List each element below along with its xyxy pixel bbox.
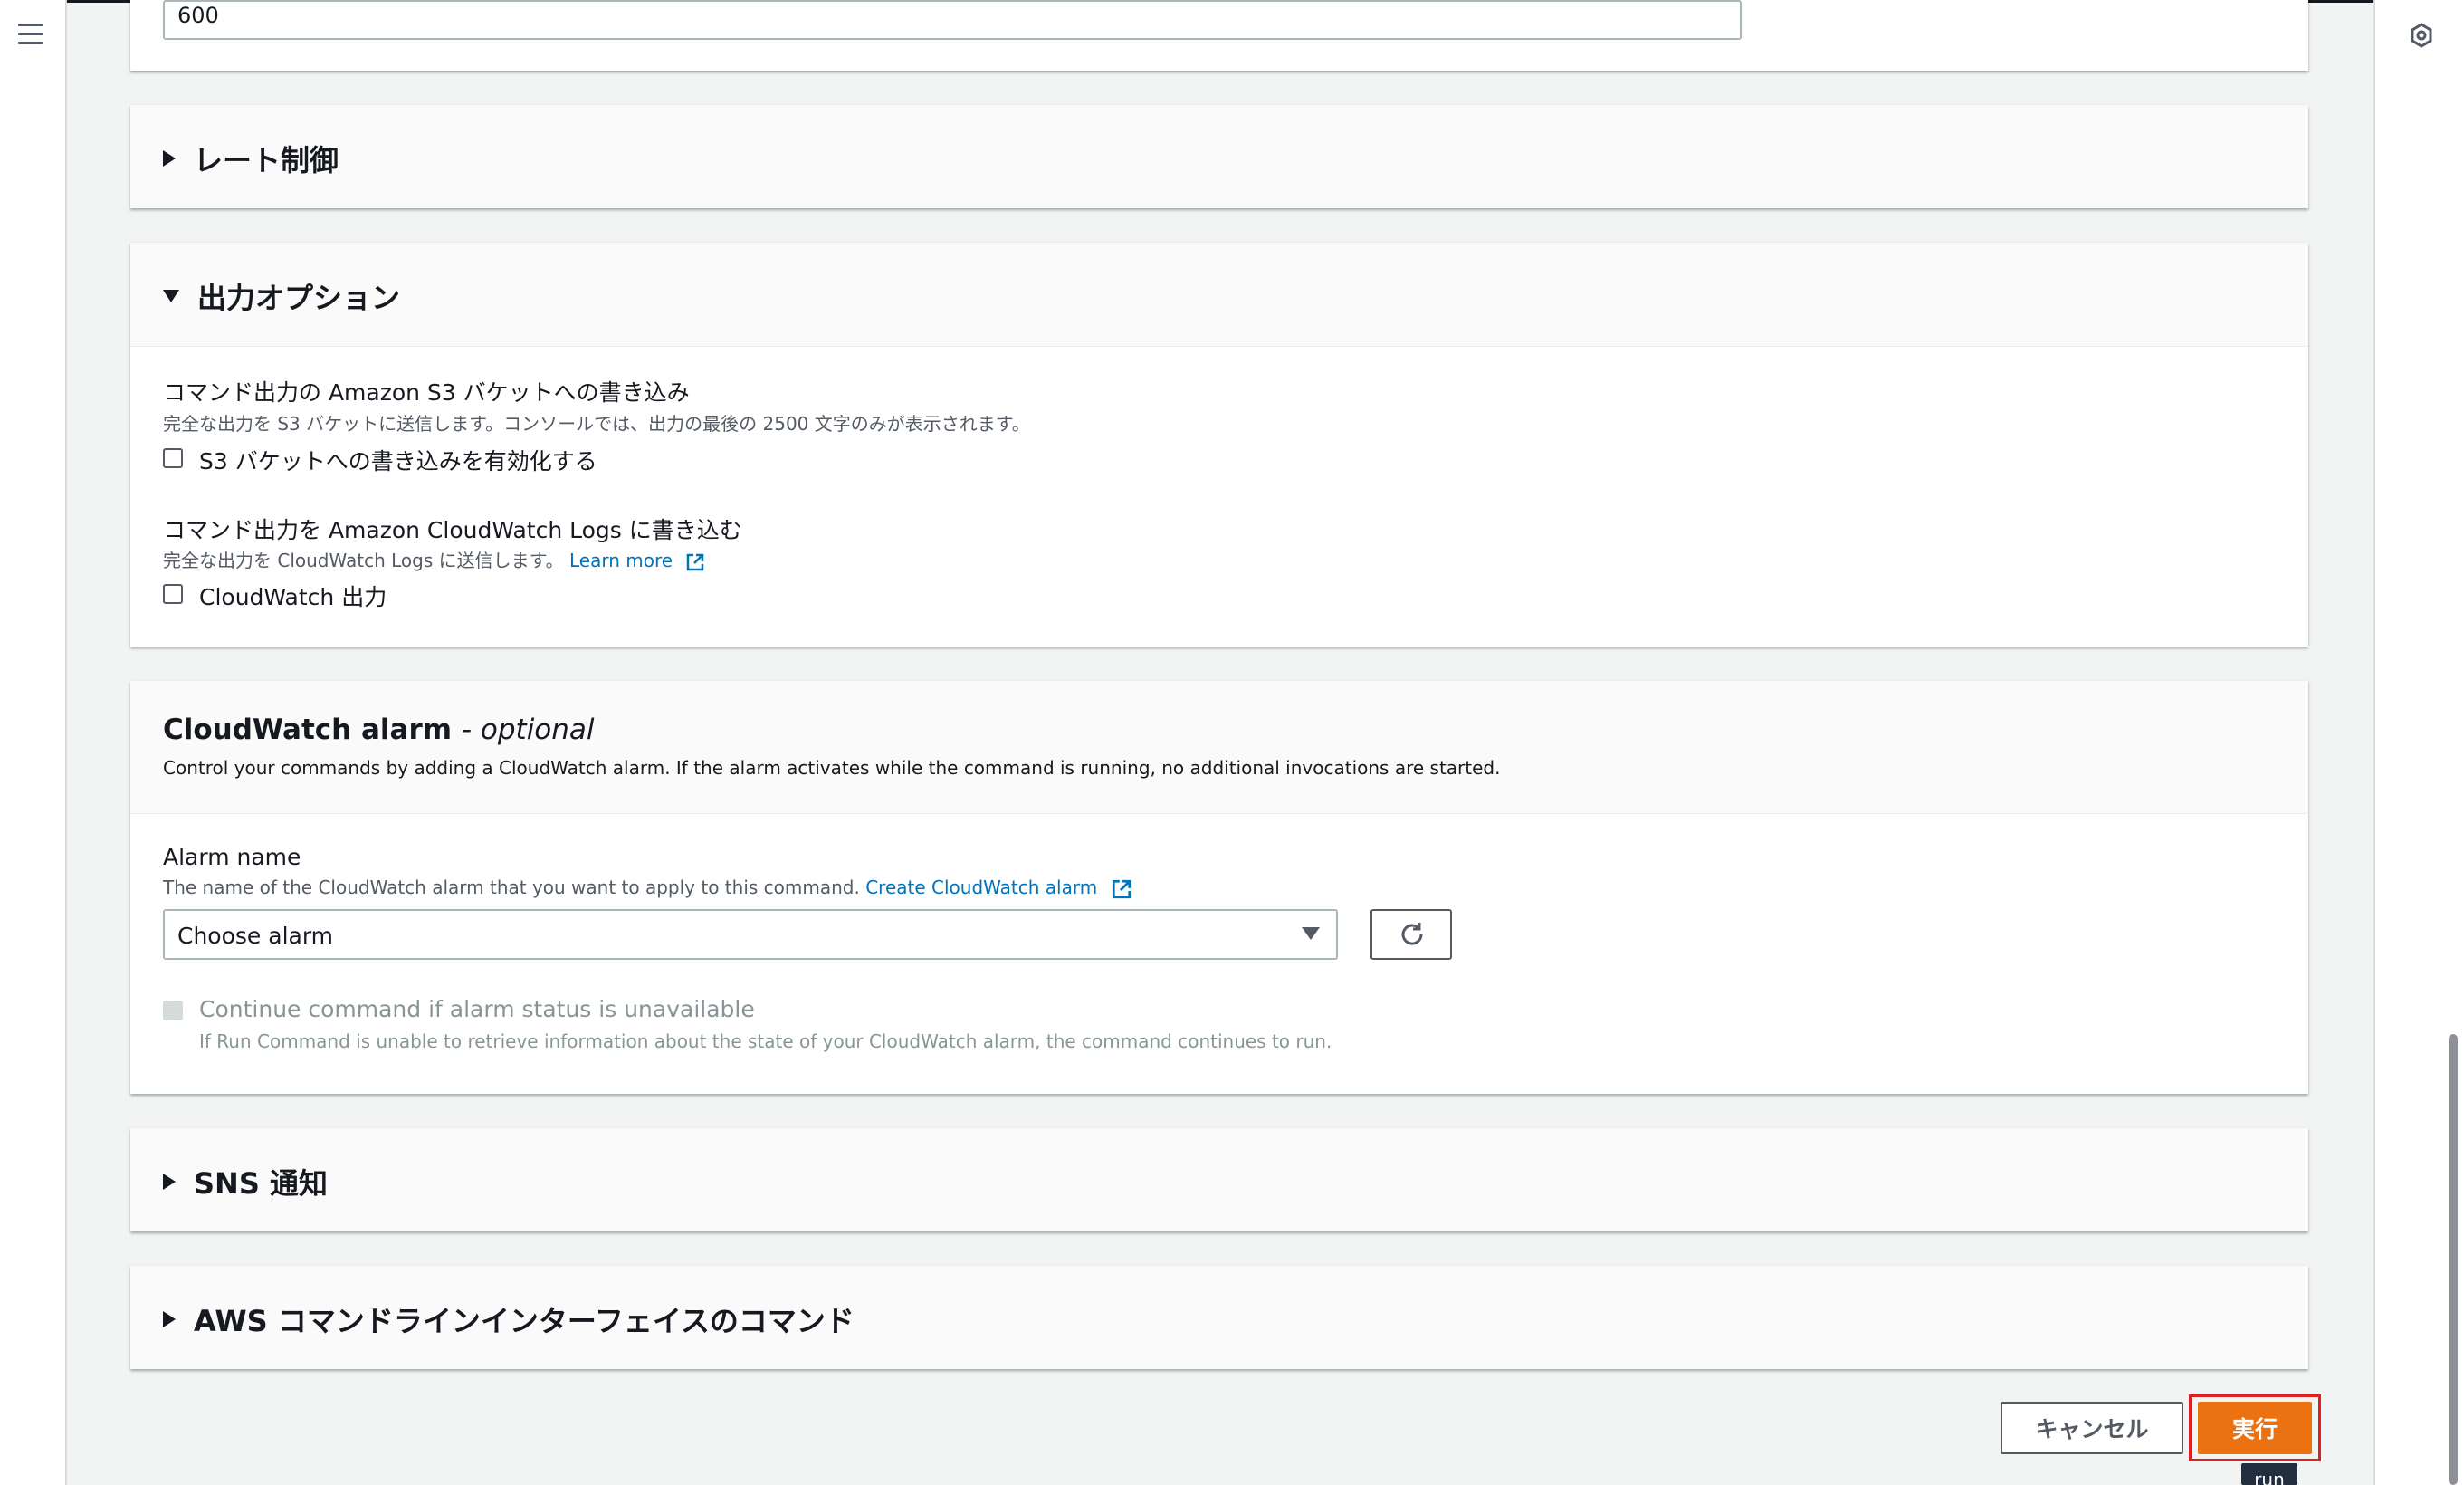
alarm-name-label: Alarm name xyxy=(163,844,301,870)
sns-notification-header[interactable]: SNS 通知 xyxy=(130,1128,2308,1231)
alarm-select[interactable]: Choose alarm xyxy=(163,909,1338,960)
cloudwatch-alarm-title-suffix: - optional xyxy=(461,714,595,746)
external-link-icon[interactable] xyxy=(685,552,705,572)
s3-enable-label[interactable]: S3 バケットへの書き込みを有効化する xyxy=(199,444,597,476)
rate-control-header[interactable]: レート制御 xyxy=(130,105,2308,208)
s3-enable-checkbox[interactable] xyxy=(163,448,183,468)
alarm-name-description-row: The name of the CloudWatch alarm that yo… xyxy=(163,877,1132,900)
cloudwatch-output-description-row: 完全な出力を CloudWatch Logs に送信します。 Learn mor… xyxy=(163,546,705,572)
rate-control-section: レート制御 xyxy=(130,105,2308,208)
continue-command-checkbox[interactable] xyxy=(163,1001,183,1020)
s3-output-label: コマンド出力の Amazon S3 バケットへの書き込み xyxy=(163,379,690,406)
continue-command-label: Continue command if alarm status is unav… xyxy=(199,996,755,1022)
cloudwatch-output-checkbox-label[interactable]: CloudWatch 出力 xyxy=(199,580,387,612)
run-tooltip: run xyxy=(2241,1463,2297,1485)
refresh-icon xyxy=(1401,923,1423,945)
cloudwatch-output-label: コマンド出力を Amazon CloudWatch Logs に書き込む xyxy=(163,517,742,543)
timeout-value: 600 xyxy=(177,3,219,28)
aws-cli-command-section: AWS コマンドラインインターフェイスのコマンド xyxy=(130,1266,2308,1369)
learn-more-link[interactable]: Learn more xyxy=(569,550,673,571)
cloudwatch-alarm-header: CloudWatch alarm - optional Control your… xyxy=(130,681,2308,814)
cloudwatch-output-description: 完全な出力を CloudWatch Logs に送信します。 xyxy=(163,550,564,571)
rate-control-title: レート制御 xyxy=(194,143,339,177)
caret-down-icon xyxy=(163,290,179,302)
execution-timeout-panel: 600 xyxy=(130,0,2308,71)
caret-right-icon xyxy=(163,1311,176,1327)
sns-notification-section: SNS 通知 xyxy=(130,1128,2308,1231)
alarm-select-value: Choose alarm xyxy=(177,923,334,949)
cloudwatch-alarm-section: CloudWatch alarm - optional Control your… xyxy=(130,681,2308,1094)
settings-icon[interactable] xyxy=(2408,22,2435,49)
create-alarm-link[interactable]: Create CloudWatch alarm xyxy=(865,877,1097,898)
output-options-title: 出力オプション xyxy=(197,281,401,315)
external-link-icon[interactable] xyxy=(1111,878,1132,900)
run-button[interactable]: 実行 xyxy=(2198,1402,2312,1454)
s3-output-description: 完全な出力を S3 バケットに送信します。コンソールでは、出力の最後の 2500… xyxy=(163,413,1030,435)
right-tools-rail xyxy=(2373,0,2464,1485)
refresh-alarms-button[interactable] xyxy=(1370,909,1452,960)
menu-icon[interactable] xyxy=(18,24,43,45)
cancel-button[interactable]: キャンセル xyxy=(2001,1402,2183,1454)
dropdown-arrow-icon xyxy=(1302,927,1320,940)
cloudwatch-output-checkbox[interactable] xyxy=(163,584,183,604)
sns-notification-title: SNS 通知 xyxy=(194,1166,329,1201)
timeout-input[interactable]: 600 xyxy=(163,0,1742,40)
cloudwatch-alarm-title: CloudWatch alarm xyxy=(163,714,453,746)
continue-command-description: If Run Command is unable to retrieve inf… xyxy=(199,1030,1332,1052)
aws-cli-command-header[interactable]: AWS コマンドラインインターフェイスのコマンド xyxy=(130,1266,2308,1369)
alarm-name-description: The name of the CloudWatch alarm that yo… xyxy=(163,877,860,898)
left-navigation-rail xyxy=(0,0,67,1485)
caret-right-icon xyxy=(163,150,176,167)
scrollbar-thumb[interactable] xyxy=(2449,1034,2458,1485)
cloudwatch-alarm-title-row: CloudWatch alarm - optional xyxy=(163,714,595,746)
caret-right-icon xyxy=(163,1174,176,1190)
output-options-section: 出力オプション コマンド出力の Amazon S3 バケットへの書き込み 完全な… xyxy=(130,243,2308,647)
aws-cli-command-title: AWS コマンドラインインターフェイスのコマンド xyxy=(194,1304,855,1338)
output-options-header[interactable]: 出力オプション xyxy=(130,243,2308,347)
cloudwatch-alarm-description: Control your commands by adding a CloudW… xyxy=(163,757,1501,779)
